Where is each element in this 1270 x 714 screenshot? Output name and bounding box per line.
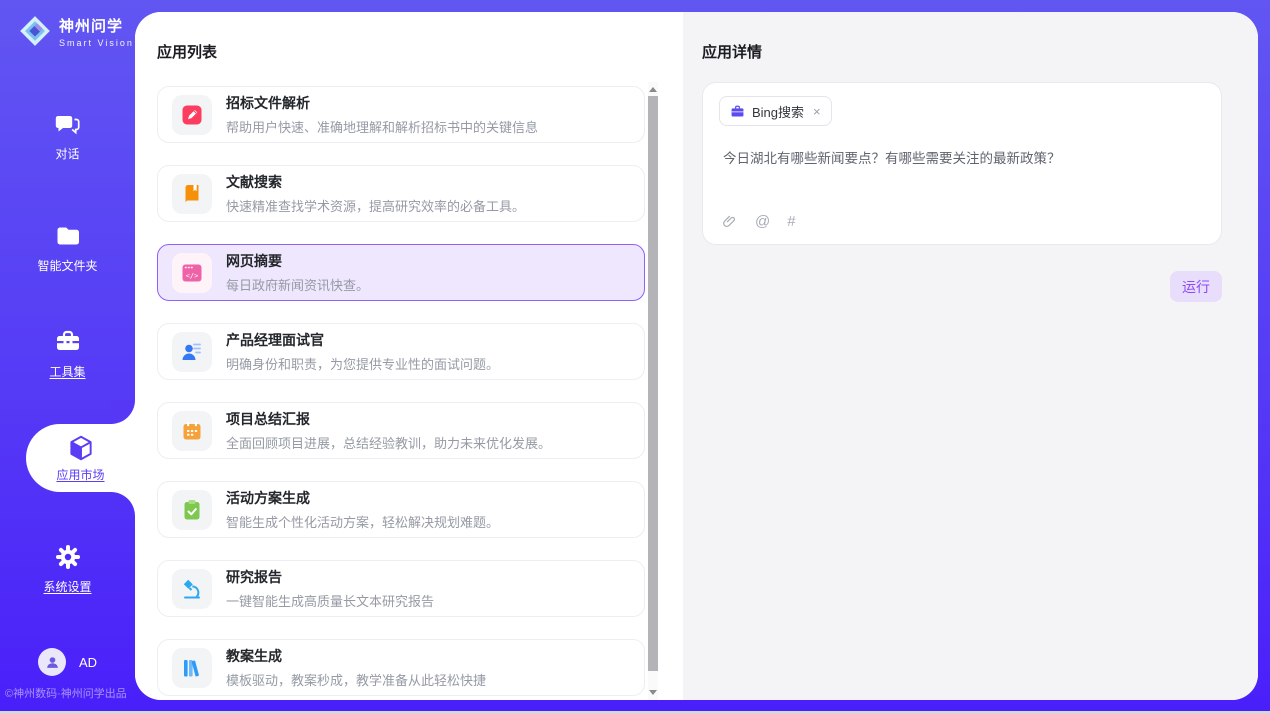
sidebar-item-settings[interactable]: 系统设置 [0, 543, 135, 595]
app-name: 研究报告 [226, 567, 434, 587]
tab-curve-bottom [111, 492, 135, 516]
app-list-panel: 应用列表 招标文件解析 帮助用户快速、准确地理解和解析招标书中的关键信息 [135, 12, 683, 700]
app-icon-box [172, 174, 212, 214]
tool-tag-bing-search[interactable]: Bing搜索 × [719, 96, 832, 126]
list-item-web-summary[interactable]: </> 网页摘要 每日政府新闻资讯快查。 [157, 244, 645, 301]
app-desc: 智能生成个性化活动方案，轻松解决规划难题。 [226, 512, 499, 531]
app-desc: 每日政府新闻资讯快查。 [226, 275, 369, 294]
app-name: 产品经理面试官 [226, 330, 499, 350]
clipboard-check-icon [180, 498, 204, 522]
person-icon [44, 654, 61, 671]
sidebar-item-label: 工具集 [0, 363, 135, 380]
app-list: 招标文件解析 帮助用户快速、准确地理解和解析招标书中的关键信息 文献搜索 快速精… [157, 86, 645, 696]
app-name: 招标文件解析 [226, 93, 538, 113]
briefcase-icon [730, 104, 745, 119]
book-icon [180, 182, 204, 206]
list-item-bid-parse[interactable]: 招标文件解析 帮助用户快速、准确地理解和解析招标书中的关键信息 [157, 86, 645, 143]
scrollbar-thumb[interactable] [648, 96, 658, 671]
document-edit-icon [180, 103, 204, 127]
tool-tag-label: Bing搜索 [752, 102, 804, 121]
prompt-input[interactable]: 今日湖北有哪些新闻要点？有哪些需要关注的最新政策？ [723, 149, 1203, 169]
list-item-research-report[interactable]: 研究报告 一键智能生成高质量长文本研究报告 [157, 560, 645, 617]
sidebar-item-toolset[interactable]: 工具集 [0, 328, 135, 380]
folder-icon [54, 222, 82, 250]
app-icon-box [172, 490, 212, 530]
app-icon-box [172, 648, 212, 688]
app-desc: 明确身份和职责，为您提供专业性的面试问题。 [226, 354, 499, 373]
cube-icon [66, 433, 96, 463]
sidebar: 神州问学 Smart Vision 对话 智能文件夹 工具集 [0, 0, 135, 714]
brand-name: 神州问学 [59, 15, 134, 36]
composer-toolbar: @ # [721, 213, 796, 230]
sidebar-item-app-market[interactable]: 应用市场 [26, 424, 135, 492]
paperclip-icon[interactable] [721, 213, 738, 230]
user-initials: AD [79, 655, 97, 670]
sidebar-item-label: 应用市场 [56, 466, 104, 483]
list-scrollbar[interactable] [648, 82, 658, 700]
app-desc: 帮助用户快速、准确地理解和解析招标书中的关键信息 [226, 117, 538, 136]
sidebar-item-smart-folder[interactable]: 智能文件夹 [0, 222, 135, 274]
user-account[interactable]: AD [38, 648, 97, 676]
sidebar-item-label: 智能文件夹 [0, 257, 135, 274]
diamond-logo-icon [18, 14, 52, 48]
tag-close-icon[interactable]: × [813, 104, 821, 119]
list-item-lesson-plan[interactable]: 教案生成 模板驱动，教案秒成，教学准备从此轻松快捷 [157, 639, 645, 696]
chat-icon [54, 110, 82, 138]
main-content: 应用列表 招标文件解析 帮助用户快速、准确地理解和解析招标书中的关键信息 [135, 12, 1258, 700]
scroll-down-icon[interactable] [649, 690, 657, 695]
app-icon-box [172, 95, 212, 135]
list-item-activity-plan[interactable]: 活动方案生成 智能生成个性化活动方案，轻松解决规划难题。 [157, 481, 645, 538]
brand-subtitle: Smart Vision [59, 38, 134, 48]
app-desc: 模板驱动，教案秒成，教学准备从此轻松快捷 [226, 670, 486, 689]
app-name: 文献搜索 [226, 172, 525, 192]
app-icon-box: </> [172, 253, 212, 293]
app-icon-box [172, 411, 212, 451]
microscope-icon [180, 577, 204, 601]
sidebar-item-label: 对话 [0, 145, 135, 162]
scroll-up-icon[interactable] [649, 87, 657, 92]
app-name: 项目总结汇报 [226, 409, 551, 429]
run-button[interactable]: 运行 [1170, 271, 1222, 302]
app-detail-panel: 应用详情 Bing搜索 × 今日湖北有哪些新闻要点？有哪些需要关注的最新政策？ [683, 12, 1258, 700]
sidebar-item-chat[interactable]: 对话 [0, 110, 135, 162]
app-desc: 一键智能生成高质量长文本研究报告 [226, 591, 434, 610]
app-icon-box [172, 332, 212, 372]
app-detail-title: 应用详情 [702, 41, 762, 62]
sidebar-item-label: 系统设置 [0, 578, 135, 595]
svg-text:</>: </> [186, 271, 199, 279]
tab-curve-top [111, 400, 135, 424]
app-desc: 快速精准查找学术资源，提高研究效率的必备工具。 [226, 196, 525, 215]
avatar [38, 648, 66, 676]
list-item-pm-interviewer[interactable]: 产品经理面试官 明确身份和职责，为您提供专业性的面试问题。 [157, 323, 645, 380]
brand-logo: 神州问学 Smart Vision [18, 14, 134, 48]
app-desc: 全面回顾项目进展，总结经验教训，助力未来优化发展。 [226, 433, 551, 452]
calendar-icon [180, 419, 204, 443]
app-name: 教案生成 [226, 646, 486, 666]
list-item-literature-search[interactable]: 文献搜索 快速精准查找学术资源，提高研究效率的必备工具。 [157, 165, 645, 222]
mention-icon[interactable]: @ [755, 213, 770, 230]
app-list-title: 应用列表 [157, 41, 217, 62]
gear-icon [54, 543, 82, 571]
books-icon [180, 656, 204, 680]
app-name: 活动方案生成 [226, 488, 499, 508]
interviewer-icon [180, 340, 204, 364]
hash-icon[interactable]: # [787, 213, 795, 230]
copyright-text: ©神州数码·神州问学出品 [5, 685, 135, 701]
prompt-card: Bing搜索 × 今日湖北有哪些新闻要点？有哪些需要关注的最新政策？ @ # [702, 82, 1222, 245]
web-code-icon: </> [180, 261, 204, 285]
list-item-project-summary[interactable]: 项目总结汇报 全面回顾项目进展，总结经验教训，助力未来优化发展。 [157, 402, 645, 459]
toolbox-icon [54, 328, 82, 356]
app-name: 网页摘要 [226, 251, 369, 271]
app-icon-box [172, 569, 212, 609]
